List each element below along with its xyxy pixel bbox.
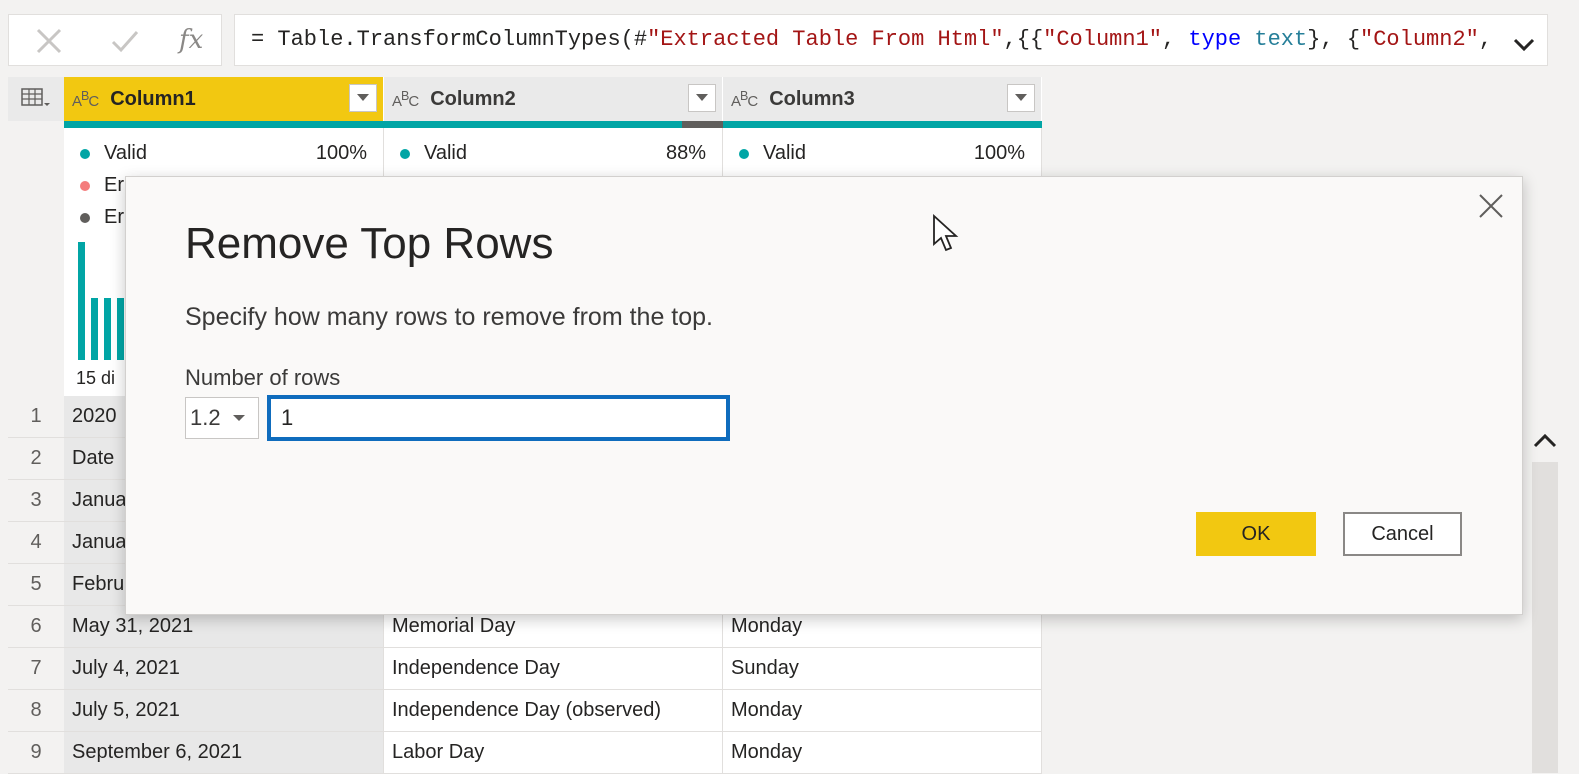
column-name: Column3 <box>769 87 855 110</box>
column-name: Column2 <box>430 87 516 110</box>
distribution-bar <box>91 298 98 360</box>
chevron-down-icon[interactable] <box>1511 27 1537 65</box>
scroll-up-icon[interactable] <box>1530 426 1560 456</box>
quality-bar <box>723 121 1042 128</box>
number-of-rows-label: Number of rows <box>185 365 341 390</box>
formula-part: , <box>1478 27 1493 52</box>
formula-text[interactable]: = Table.TransformColumnTypes(#"Extracted… <box>234 14 1548 66</box>
row-number[interactable]: 6 <box>8 606 64 648</box>
valid-percent: 88% <box>665 142 706 164</box>
formula-part: text <box>1254 27 1308 52</box>
text-type-icon[interactable]: ABC <box>392 89 419 110</box>
cancel-button[interactable]: Cancel <box>1343 512 1462 556</box>
distribution-bar <box>117 298 124 360</box>
number-of-rows-input[interactable] <box>267 395 730 441</box>
chevron-down-icon[interactable] <box>1007 84 1035 112</box>
value-type-text: 1.2 <box>190 405 221 430</box>
mouse-cursor-icon <box>932 213 960 259</box>
distribution-bar <box>78 242 85 360</box>
profile-gutter <box>8 121 64 396</box>
table-cell[interactable]: July 4, 2021 <box>64 648 384 690</box>
formula-part: type <box>1188 27 1242 52</box>
remove-top-rows-dialog: Remove Top Rows Specify how many rows to… <box>125 176 1523 615</box>
formula-part: }, { <box>1307 27 1361 52</box>
valid-dot <box>739 148 749 159</box>
formula-part: , <box>1161 27 1189 52</box>
table-cell[interactable]: Independence Day <box>384 648 723 690</box>
value-type-select[interactable]: 1.2 <box>185 397 259 439</box>
formula-part: ,{{ <box>1003 27 1044 52</box>
empty-dot <box>80 212 90 223</box>
ok-button[interactable]: OK <box>1196 512 1316 556</box>
row-number[interactable]: 7 <box>8 648 64 690</box>
row-number[interactable]: 8 <box>8 690 64 732</box>
formula-part: = Table.TransformColumnTypes(# <box>251 27 648 52</box>
dialog-title: Remove Top Rows <box>185 219 554 268</box>
row-number[interactable]: 2 <box>8 438 64 480</box>
scrollbar-track[interactable] <box>1532 462 1558 773</box>
quality-bar <box>64 121 384 128</box>
column-header-column3[interactable]: ABC Column3 <box>723 77 1042 121</box>
formula-part: "Column2" <box>1360 27 1479 52</box>
row-number[interactable]: 5 <box>8 564 64 606</box>
valid-line: Valid 88% <box>400 142 706 165</box>
table-cell[interactable]: Monday <box>723 690 1042 732</box>
valid-percent: 100% <box>973 142 1025 164</box>
row-number[interactable]: 9 <box>8 732 64 774</box>
quality-bar <box>384 121 682 128</box>
chevron-down-icon[interactable] <box>349 84 377 112</box>
cancel-x-icon[interactable] <box>29 23 69 59</box>
valid-line: Valid 100% <box>739 142 1025 165</box>
empty-label: Er <box>104 206 124 228</box>
column-name: Column1 <box>110 87 196 110</box>
table-menu-icon[interactable] <box>8 77 64 121</box>
valid-dot <box>400 148 410 159</box>
chevron-down-icon[interactable] <box>688 84 716 112</box>
table-cell[interactable]: Labor Day <box>384 732 723 774</box>
valid-label: Valid <box>763 142 806 164</box>
row-number[interactable]: 1 <box>8 396 64 438</box>
chevron-down-icon <box>232 415 245 421</box>
distinct-count: 15 di <box>76 368 116 388</box>
valid-line: Valid 100% <box>80 142 367 165</box>
formula-bar-actions: fx <box>8 14 222 66</box>
valid-label: Valid <box>424 142 467 164</box>
table-cell[interactable]: Sunday <box>723 648 1042 690</box>
column-header-column1[interactable]: ABC Column1 <box>64 77 384 121</box>
error-label: Er <box>104 174 124 196</box>
formula-part: "Extracted Table From Html" <box>647 27 1004 52</box>
commit-check-icon[interactable] <box>105 23 145 59</box>
distribution-bar <box>104 298 111 360</box>
table-cell[interactable]: Independence Day (observed) <box>384 690 723 732</box>
valid-percent: 100% <box>315 142 367 164</box>
text-type-icon[interactable]: ABC <box>731 89 758 110</box>
row-number[interactable]: 4 <box>8 522 64 564</box>
dialog-description: Specify how many rows to remove from the… <box>185 303 713 331</box>
valid-label: Valid <box>104 142 147 164</box>
column-header-column2[interactable]: ABC Column2 <box>384 77 723 121</box>
error-dot <box>80 180 90 191</box>
quality-bar-empty <box>682 121 723 128</box>
fx-label[interactable]: fx <box>179 25 203 55</box>
table-cell[interactable]: Monday <box>723 732 1042 774</box>
formula-part <box>1241 27 1254 52</box>
table-cell[interactable]: September 6, 2021 <box>64 732 384 774</box>
formula-part: "Column1" <box>1043 27 1162 52</box>
text-type-icon[interactable]: ABC <box>72 89 99 110</box>
table-cell[interactable]: July 5, 2021 <box>64 690 384 732</box>
row-number[interactable]: 3 <box>8 480 64 522</box>
valid-dot <box>80 148 90 159</box>
close-icon[interactable] <box>1474 189 1508 223</box>
